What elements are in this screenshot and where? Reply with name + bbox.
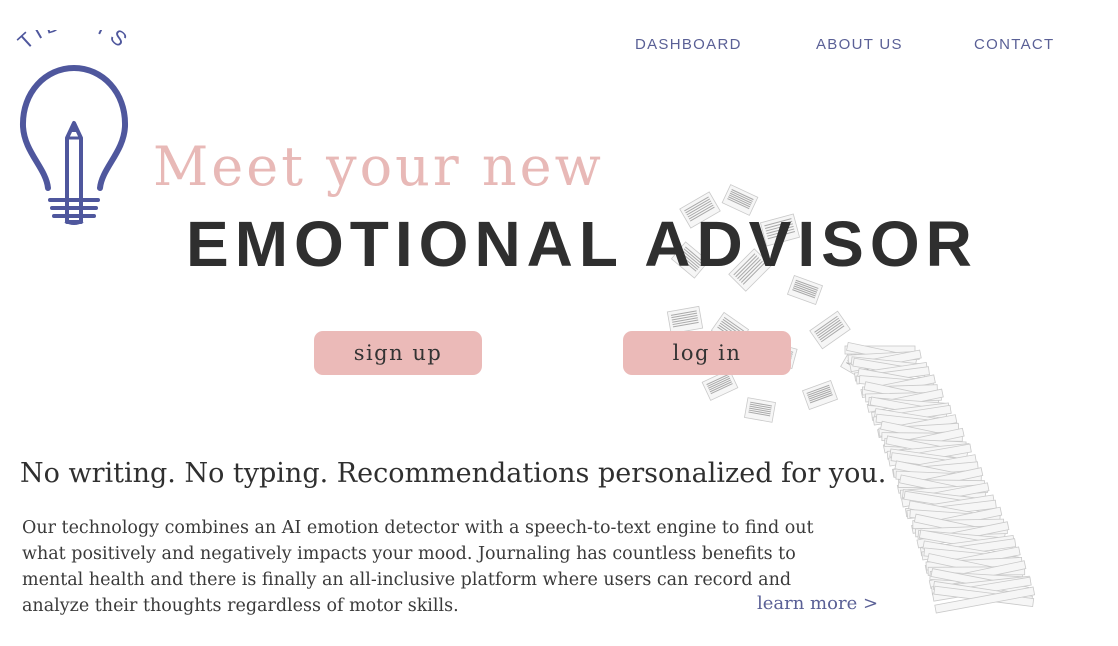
lightbulb-pencil-icon: TIDBITS [14, 11, 130, 225]
login-button[interactable]: log in [623, 331, 791, 375]
nav-contact-link[interactable]: CONTACT [974, 36, 1054, 53]
description-line: analyze their thoughts regardless of mot… [22, 596, 459, 616]
nav-dashboard-link[interactable]: DASHBOARD [635, 36, 742, 53]
description: Our technology combines an AI emotion de… [22, 515, 882, 619]
description-line: mental health and there is finally an al… [22, 570, 792, 590]
logo[interactable]: TIDBITS [6, 11, 141, 230]
description-line: what positively and negatively impacts y… [22, 544, 796, 564]
signup-button[interactable]: sign up [314, 331, 482, 375]
hero-kicker: Meet your new [153, 135, 604, 198]
learn-more-link[interactable]: learn more > [757, 593, 878, 614]
subheading: No writing. No typing. Recommendations p… [20, 458, 887, 489]
nav-about-link[interactable]: ABOUT US [816, 36, 903, 53]
hero-title: EMOTIONAL ADVISOR [186, 208, 978, 280]
main-nav: DASHBOARD ABOUT US CONTACT [0, 36, 1118, 56]
description-line: Our technology combines an AI emotion de… [22, 518, 814, 538]
